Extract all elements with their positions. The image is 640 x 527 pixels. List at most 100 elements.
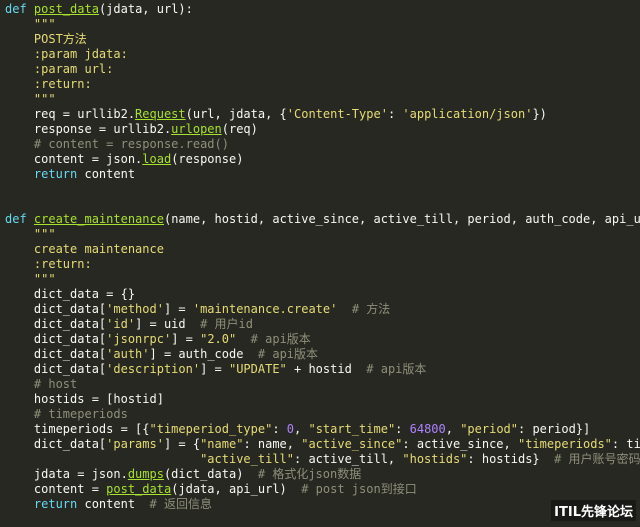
code-token: req = urllib2. [5, 107, 136, 121]
code-token: # 方法 [351, 302, 391, 316]
code-token: """ [5, 92, 56, 106]
code-token: content = [5, 482, 107, 496]
code-token: : [387, 107, 403, 121]
code-line: "active_till": active_till, "hostids": h… [5, 452, 640, 467]
code-token: :param url: [5, 62, 114, 76]
code-token: (response) [171, 152, 244, 166]
code-token: jdata = json. [5, 467, 128, 481]
code-token: dumps [127, 467, 164, 481]
code-token: post_data [106, 482, 172, 496]
code-token: dict_data[ [5, 317, 107, 331]
code-line: create maintenance [5, 242, 164, 257]
code-token: : timep [611, 437, 640, 451]
code-line: return content # 返回信息 [5, 497, 212, 512]
code-line: :return: [5, 257, 92, 272]
code-token: 'params' [106, 437, 164, 451]
code-token: (jdata, url): [98, 2, 193, 16]
code-token: 'id' [106, 317, 136, 331]
code-line: content = post_data(jdata, api_url) # po… [5, 482, 417, 497]
code-token: return [5, 167, 78, 181]
code-line: # content = response.read() [5, 137, 229, 152]
code-token: def [5, 2, 27, 16]
code-token: # post json到接口 [301, 482, 417, 496]
code-token: "timeperiods" [517, 437, 612, 451]
code-token: (name, hostid, active_since, active_till… [163, 212, 640, 226]
code-line: POST方法 [5, 32, 87, 47]
code-token: (dict_data) [163, 467, 258, 481]
code-token: 64800 [409, 422, 446, 436]
code-line: """ [5, 92, 56, 107]
code-token: }) [532, 107, 547, 121]
code-editor[interactable]: def post_data(jdata, url): """ POST方法 :p… [0, 0, 640, 527]
code-token: :param jdata: [5, 47, 128, 61]
code-token: # api版本 [257, 347, 319, 361]
code-token: create maintenance [5, 242, 164, 256]
code-token: content = json. [5, 152, 143, 166]
code-token: # timeperiods [5, 407, 128, 421]
code-token: """ [5, 17, 56, 31]
code-token: "name" [200, 437, 244, 451]
code-token: dict_data[ [5, 362, 107, 376]
code-token: 'application/json' [402, 107, 533, 121]
code-line: dict_data['params'] = {"name": name, "ac… [5, 437, 640, 452]
code-line: def post_data(jdata, url): [5, 2, 193, 17]
code-line: dict_data['description'] = "UPDATE" + ho… [5, 362, 427, 377]
code-token: ] = [163, 302, 193, 316]
code-token: 0 [286, 422, 295, 436]
code-line: jdata = json.dumps(dict_data) # 格式化json数… [5, 467, 361, 482]
code-line: dict_data['auth'] = auth_code # api版本 [5, 347, 318, 362]
code-token: ] = [200, 362, 229, 376]
code-line: req = urllib2.Request(url, jdata, {'Cont… [5, 107, 547, 122]
code-token: "hostids" [402, 452, 468, 466]
code-token: post_data [33, 2, 99, 16]
code-line: timeperiods = [{"timeperiod_type": 0, "s… [5, 422, 590, 437]
code-token: content [77, 497, 150, 511]
code-token: # api版本 [250, 332, 311, 346]
code-token: : [395, 422, 410, 436]
code-line: return content [5, 167, 135, 182]
code-token: : [272, 422, 287, 436]
code-token: 'Content-Type' [286, 107, 388, 121]
code-token: "UPDATE" [228, 362, 287, 376]
code-token: 'method' [106, 302, 164, 316]
code-token: : active_since, [402, 437, 518, 451]
watermark-logo: ITIL先锋论坛 [551, 500, 636, 521]
code-token: "active_till" [200, 452, 294, 466]
code-line: # timeperiods [5, 407, 128, 422]
code-token: (jdata, api_url) [171, 482, 302, 496]
code-token: timeperiods = [{ [5, 422, 150, 436]
code-token: dict_data[ [5, 332, 107, 346]
code-token: # host [5, 377, 78, 391]
code-token: 'description' [106, 362, 201, 376]
code-token: , [294, 422, 309, 436]
code-token: # 用户id [200, 317, 253, 331]
code-token: :return: [5, 77, 92, 91]
code-token: load [142, 152, 172, 166]
code-line: dict_data['id'] = uid # 用户id [5, 317, 253, 332]
code-token: 'jsonrpc' [106, 332, 172, 346]
code-token: content [77, 167, 136, 181]
code-token: :return: [5, 257, 92, 271]
code-line: hostids = [hostid] [5, 392, 164, 407]
code-token: + hostid [286, 362, 367, 376]
code-token: : active_till, [294, 452, 403, 466]
code-token: 'auth' [106, 347, 150, 361]
code-token: Request [135, 107, 186, 121]
code-line: dict_data = {} [5, 287, 135, 302]
code-token: create_maintenance [33, 212, 164, 226]
code-token: dict_data = {} [5, 287, 136, 301]
code-token: (req) [221, 122, 258, 136]
code-token: # 返回信息 [149, 497, 212, 511]
code-token: dict_data[ [5, 302, 107, 316]
code-token: def [5, 212, 27, 226]
code-token: ] = [171, 332, 201, 346]
code-token: response = urllib2. [5, 122, 172, 136]
code-token: hostids = [hostid] [5, 392, 164, 406]
code-line: content = json.load(response) [5, 152, 244, 167]
code-token: """ [5, 272, 56, 286]
code-token: # 格式化json数据 [257, 467, 362, 481]
